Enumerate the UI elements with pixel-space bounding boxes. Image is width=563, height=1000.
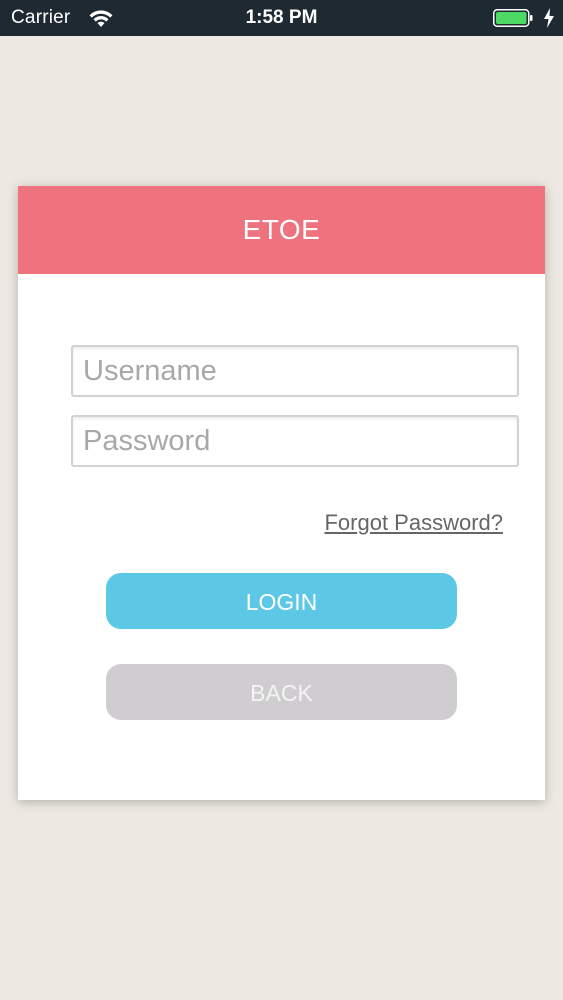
bolt-icon: [544, 8, 554, 28]
login-card: ETOE Forgot Password? LOGIN BACK: [18, 186, 545, 800]
login-button[interactable]: LOGIN: [106, 573, 457, 629]
clock: 1:58 PM: [245, 7, 318, 28]
username-input[interactable]: [71, 345, 519, 397]
forgot-password-link[interactable]: Forgot Password?: [324, 510, 503, 536]
back-button[interactable]: BACK: [106, 664, 457, 720]
status-bar: Carrier 1:58 PM: [0, 0, 563, 36]
password-input[interactable]: [71, 415, 519, 467]
battery-icon: [493, 9, 533, 27]
card-title: ETOE: [18, 186, 545, 274]
